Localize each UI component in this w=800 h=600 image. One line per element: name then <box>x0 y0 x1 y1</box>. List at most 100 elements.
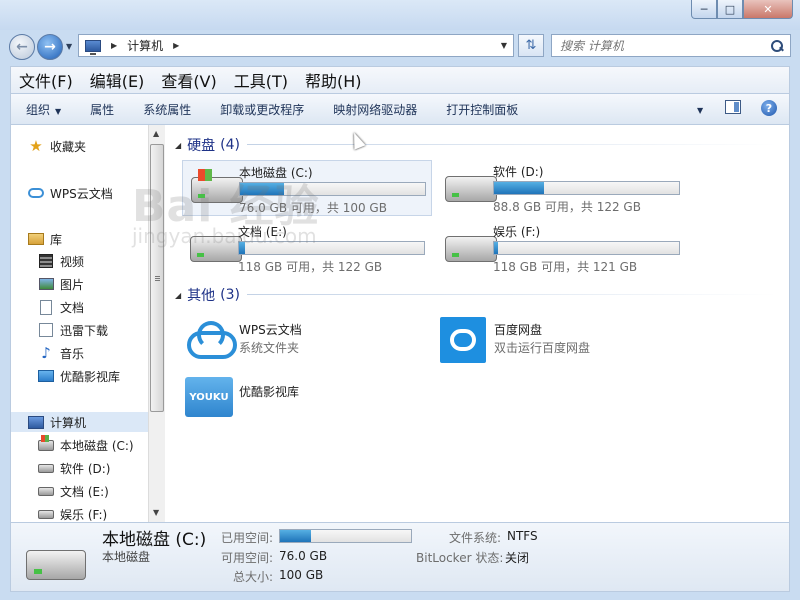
item-baidu-netdisk[interactable]: 百度网盘 双击运行百度网盘 <box>440 313 690 369</box>
drive-icon <box>445 176 497 202</box>
sidebar-item-music[interactable]: ♪ 音乐 <box>38 343 84 363</box>
group-divider <box>247 294 777 295</box>
search-icon[interactable] <box>770 39 784 53</box>
organize-button[interactable]: 组织 ▼ <box>26 101 61 118</box>
sidebar-item-videos[interactable]: 视频 <box>38 251 84 271</box>
refresh-button[interactable]: ⇅ <box>518 34 544 57</box>
map-network-drive-button[interactable]: 映射网络驱动器 <box>333 101 417 118</box>
group-title: 硬盘 <box>187 138 216 154</box>
breadcrumb-chevron-icon[interactable]: ▶ <box>111 41 117 50</box>
group-title: 其他 <box>187 288 216 304</box>
back-button[interactable]: ← <box>9 34 35 60</box>
free-space-value: 76.0 GB <box>279 549 328 563</box>
group-count: (3) <box>220 287 240 303</box>
menu-help[interactable]: 帮助(H) <box>305 68 362 92</box>
scrollbar-thumb[interactable] <box>150 144 164 412</box>
address-dropdown-icon[interactable]: ▼ <box>501 41 507 50</box>
sidebar-item-youku-library[interactable]: 优酷影视库 <box>38 366 120 386</box>
used-space-bar <box>279 529 412 543</box>
group-header-hard-disks[interactable]: ◢ 硬盘 (4) <box>175 135 240 155</box>
cloud-icon <box>185 319 237 359</box>
preview-pane-icon[interactable] <box>725 100 741 114</box>
file-list: ◢ 硬盘 (4) 本地磁盘 (C:) 76.0 GB 可用，共 100 GB 软… <box>165 125 790 522</box>
help-icon[interactable]: ? <box>761 100 777 116</box>
breadcrumb-computer[interactable]: 计算机 <box>127 37 163 54</box>
sidebar-item-drive-e[interactable]: 文档 (E:) <box>38 481 109 501</box>
sidebar-item-drive-f[interactable]: 娱乐 (F:) <box>38 504 107 524</box>
download-folder-icon <box>38 322 54 338</box>
collapse-triangle-icon[interactable]: ◢ <box>175 141 181 150</box>
details-title: 本地磁盘 (C:) <box>102 530 207 550</box>
recent-pages-dropdown[interactable]: ▼ <box>66 42 72 51</box>
properties-button[interactable]: 属性 <box>90 101 114 118</box>
item-name: WPS云文档 <box>239 323 302 337</box>
sidebar-scrollbar[interactable]: ▲ ▼ <box>148 125 165 522</box>
group-divider <box>247 144 777 145</box>
maximize-button[interactable]: □ <box>717 0 743 19</box>
item-youku-library[interactable]: YOUKU 优酷影视库 <box>185 375 435 431</box>
menu-view[interactable]: 查看(V) <box>161 68 216 92</box>
baidu-netdisk-icon <box>440 317 486 363</box>
total-size-label: 总大小: <box>233 570 274 584</box>
system-properties-button[interactable]: 系统属性 <box>143 101 191 118</box>
collapse-triangle-icon[interactable]: ◢ <box>175 291 181 300</box>
menu-file[interactable]: 文件(F) <box>19 68 73 92</box>
drive-tile-d[interactable]: 软件 (D:) 88.8 GB 可用，共 122 GB <box>437 160 687 216</box>
sidebar-item-favorites[interactable]: ★ 收藏夹 <box>28 136 86 156</box>
drive-icon <box>38 506 54 522</box>
sidebar-item-label: 本地磁盘 (C:) <box>60 438 134 453</box>
sidebar-item-xunlei-downloads[interactable]: 迅雷下载 <box>38 320 108 340</box>
sidebar-item-label: 优酷影视库 <box>60 369 121 384</box>
drive-usage-bar <box>238 241 425 255</box>
drive-name: 文档 (E:) <box>238 225 287 239</box>
sidebar-item-computer[interactable]: 计算机 <box>11 412 150 432</box>
drive-free-space: 118 GB 可用，共 121 GB <box>493 260 638 274</box>
close-button[interactable]: ✕ <box>743 0 793 19</box>
drive-name: 娱乐 (F:) <box>493 225 541 239</box>
drive-icon <box>190 236 242 262</box>
menu-tools[interactable]: 工具(T) <box>234 68 288 92</box>
used-space-fill <box>280 530 312 542</box>
file-system-value: NTFS <box>507 529 538 543</box>
sidebar-item-drive-c[interactable]: 本地磁盘 (C:) <box>38 434 134 455</box>
menu-edit[interactable]: 编辑(E) <box>90 68 145 92</box>
drive-usage-bar <box>493 181 680 195</box>
drive-icon <box>445 236 497 262</box>
drive-tile-f[interactable]: 娱乐 (F:) 118 GB 可用，共 121 GB <box>437 220 687 276</box>
sidebar-item-documents[interactable]: 文档 <box>38 297 84 317</box>
scroll-up-icon[interactable]: ▲ <box>153 129 159 138</box>
view-options-dropdown-icon[interactable]: ▼ <box>697 100 703 120</box>
free-space-label: 可用空间: <box>221 551 274 565</box>
sidebar-item-label: 音乐 <box>60 346 85 361</box>
details-pane: 本地磁盘 (C:) 本地磁盘 已用空间: 可用空间: 76.0 GB 总大小: … <box>10 522 790 592</box>
sidebar-item-label: 娱乐 (F:) <box>60 507 108 522</box>
used-space-label: 已用空间: <box>221 531 274 545</box>
open-control-panel-button[interactable]: 打开控制面板 <box>446 101 518 118</box>
item-wps-cloud[interactable]: WPS云文档 系统文件夹 <box>185 313 435 369</box>
bitlocker-label: BitLocker 状态: <box>416 551 504 565</box>
drive-tile-c[interactable]: 本地磁盘 (C:) 76.0 GB 可用，共 100 GB <box>182 160 432 216</box>
drive-name: 软件 (D:) <box>493 165 544 179</box>
arrow-left-icon: ← <box>16 39 28 55</box>
breadcrumb-chevron-icon[interactable]: ▶ <box>173 41 179 50</box>
forward-button[interactable]: → <box>37 34 63 60</box>
sidebar-item-label: 文档 (E:) <box>60 484 109 499</box>
item-name: 优酷影视库 <box>239 385 300 399</box>
scroll-down-icon[interactable]: ▼ <box>153 508 159 517</box>
sidebar-item-label: 视频 <box>60 254 85 269</box>
drive-tile-e[interactable]: 文档 (E:) 118 GB 可用，共 122 GB <box>182 220 432 276</box>
sidebar-item-library[interactable]: 库 <box>28 229 62 249</box>
sidebar-item-label: 计算机 <box>50 415 87 430</box>
group-header-others[interactable]: ◢ 其他 (3) <box>175 285 240 305</box>
sidebar-item-wps-cloud[interactable]: WPS云文档 <box>28 183 113 203</box>
search-box[interactable] <box>551 34 791 57</box>
uninstall-program-button[interactable]: 卸载或更改程序 <box>220 101 304 118</box>
sidebar-item-drive-d[interactable]: 软件 (D:) <box>38 458 110 478</box>
navigation-pane: ★ 收藏夹 WPS云文档 库 视频 图片 文档 迅雷下载 ♪ 音乐 优酷影视库 … <box>10 125 150 524</box>
search-input[interactable] <box>560 38 770 53</box>
address-bar[interactable]: ▶ 计算机 ▶ ▼ <box>78 34 514 57</box>
windows-drive-icon <box>38 434 54 453</box>
sidebar-item-label: 收藏夹 <box>50 139 87 154</box>
minimize-button[interactable]: ─ <box>691 0 717 19</box>
sidebar-item-pictures[interactable]: 图片 <box>38 274 84 294</box>
